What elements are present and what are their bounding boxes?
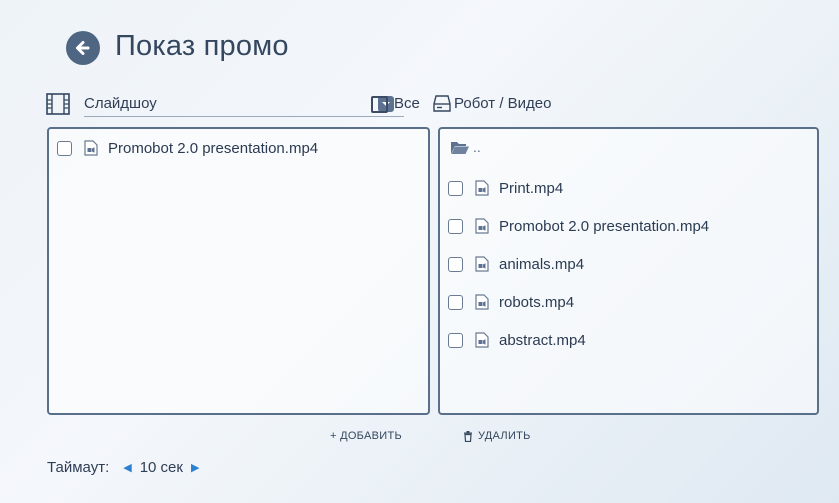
file-name: animals.mp4	[499, 255, 585, 273]
video-file-icon	[475, 180, 489, 196]
list-item[interactable]: Print.mp4	[448, 177, 563, 199]
list-item[interactable]: abstract.mp4	[448, 329, 586, 351]
selected-files-panel: Promobot 2.0 presentation.mp4	[47, 127, 430, 415]
file-name: abstract.mp4	[499, 331, 586, 349]
video-file-icon	[475, 332, 489, 348]
header: Показ промо	[0, 0, 839, 90]
folder-open-icon	[451, 141, 469, 154]
video-file-icon	[475, 256, 489, 272]
arrow-left-icon	[76, 41, 90, 55]
mode-select-value: Слайдшоу	[84, 95, 157, 112]
add-button-label: + ДОБАВИТЬ	[330, 430, 402, 442]
list-item[interactable]: robots.mp4	[448, 291, 574, 313]
list-item[interactable]: Promobot 2.0 presentation.mp4	[448, 215, 709, 237]
current-path: Робот / Видео	[454, 95, 552, 112]
mode-select[interactable]: Слайдшоу	[84, 92, 404, 117]
parent-folder-item[interactable]: ..	[450, 139, 481, 155]
add-button[interactable]: + ДОБАВИТЬ	[330, 430, 402, 442]
video-file-icon	[84, 140, 98, 156]
parent-folder-label: ..	[473, 139, 481, 155]
page-title: Показ промо	[115, 30, 289, 62]
file-checkbox[interactable]	[448, 256, 463, 272]
file-checkbox[interactable]	[57, 140, 72, 156]
timeout-value: 10 сек	[139, 459, 183, 476]
toolbar: Слайдшоу Все Робот / Видео	[46, 92, 826, 118]
file-checkbox[interactable]	[448, 294, 463, 310]
trash-icon	[464, 430, 472, 442]
file-name: Print.mp4	[499, 179, 564, 197]
increase-arrow-icon[interactable]: ▶	[191, 461, 199, 474]
file-checkbox[interactable]	[448, 180, 463, 196]
video-file-icon	[475, 294, 489, 310]
back-button[interactable]	[66, 31, 100, 65]
drive-icon	[433, 95, 451, 112]
delete-button-label: УДАЛИТЬ	[478, 430, 531, 442]
file-name: Promobot 2.0 presentation.mp4	[499, 217, 710, 235]
timeout-label: Таймаут:	[47, 459, 110, 476]
delete-button[interactable]: УДАЛИТЬ	[463, 430, 531, 442]
video-file-icon	[475, 218, 489, 234]
select-all-label: Все	[394, 95, 420, 112]
select-all-checkbox[interactable]	[371, 96, 388, 113]
list-item[interactable]: Promobot 2.0 presentation.mp4	[57, 137, 318, 159]
decrease-arrow-icon[interactable]: ◀	[123, 461, 131, 474]
file-checkbox[interactable]	[448, 218, 463, 234]
list-item[interactable]: animals.mp4	[448, 253, 584, 275]
timeout-control: Таймаут: ◀ 10 сек ▶	[47, 459, 207, 476]
file-name: Promobot 2.0 presentation.mp4	[108, 139, 319, 157]
film-icon	[46, 93, 70, 115]
source-files-panel: .. Print.mp4 Promobot 2.0 presentation.m…	[438, 127, 819, 415]
file-checkbox[interactable]	[448, 332, 463, 348]
file-name: robots.mp4	[499, 293, 575, 311]
